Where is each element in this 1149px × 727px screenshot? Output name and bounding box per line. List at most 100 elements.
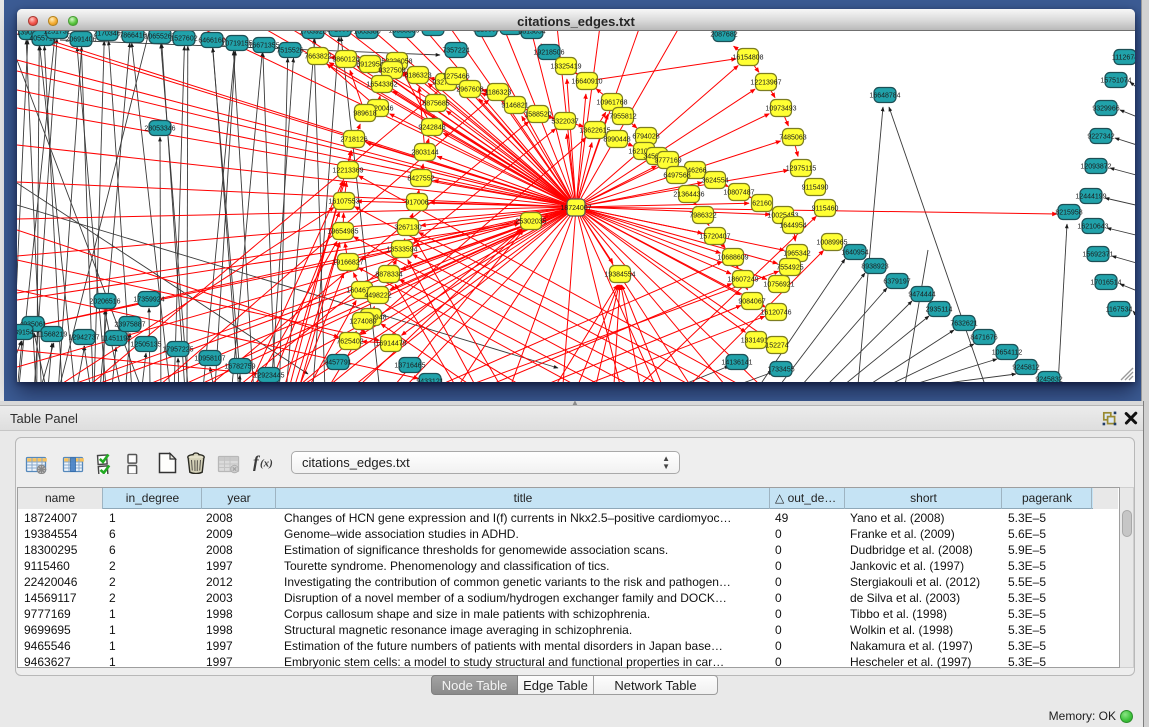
svg-text:19166827: 19166827 [332, 260, 363, 267]
svg-text:15751074: 15751074 [1100, 78, 1131, 85]
svg-text:12505135: 12505135 [130, 342, 161, 349]
svg-text:16033809: 16033809 [388, 31, 419, 35]
svg-text:9245832: 9245832 [1035, 377, 1062, 383]
svg-text:7515526: 7515526 [276, 48, 303, 55]
svg-text:20206516: 20206516 [89, 299, 120, 306]
svg-text:11451194: 11451194 [101, 336, 131, 343]
svg-text:1703928: 1703928 [299, 31, 326, 36]
svg-text:10756921: 10756921 [763, 282, 794, 289]
svg-text:13325419: 13325419 [550, 64, 581, 71]
svg-text:25302035: 25302035 [515, 219, 546, 226]
svg-text:14136141: 14136141 [721, 360, 752, 367]
svg-text:6497568: 6497568 [663, 173, 690, 180]
svg-text:16543362: 16543362 [366, 82, 397, 89]
svg-text:17957225: 17957225 [162, 347, 193, 354]
svg-text:11568219: 11568219 [37, 332, 68, 339]
svg-text:2087682: 2087682 [710, 32, 737, 39]
svg-text:8427552: 8427552 [407, 176, 434, 183]
svg-text:10089965: 10089965 [816, 240, 847, 247]
svg-text:1640954: 1640954 [841, 250, 868, 257]
svg-text:15720407: 15720407 [699, 234, 730, 241]
svg-text:12942737: 12942737 [68, 335, 99, 342]
svg-text:7632621: 7632621 [950, 321, 977, 328]
svg-text:8938923: 8938923 [861, 264, 888, 271]
svg-text:10654112: 10654112 [992, 350, 1023, 357]
svg-text:1965342: 1965342 [783, 251, 810, 258]
svg-text:9327509: 9327509 [378, 68, 405, 75]
svg-text:2718126: 2718126 [340, 137, 367, 144]
svg-text:1112674: 1112674 [1112, 55, 1135, 62]
svg-text:16671355: 16671355 [248, 43, 279, 50]
svg-text:(x): (x) [260, 458, 273, 470]
svg-text:13622615: 13622615 [579, 128, 610, 135]
svg-text:1275466: 1275466 [442, 74, 469, 81]
svg-text:7485063: 7485063 [779, 135, 806, 142]
svg-text:10688609: 10688609 [717, 255, 748, 262]
svg-text:917006: 917006 [405, 200, 428, 207]
svg-text:1733455: 1733455 [767, 367, 794, 374]
svg-text:18724007: 18724007 [560, 205, 591, 212]
svg-text:152274: 152274 [765, 343, 788, 350]
svg-text:9084067: 9084067 [738, 299, 765, 306]
svg-text:8186323: 8186323 [404, 73, 431, 80]
svg-text:5875685: 5875685 [422, 101, 449, 108]
svg-text:6379197: 6379197 [883, 279, 910, 286]
svg-text:6794028: 6794028 [632, 134, 659, 141]
svg-text:16120746: 16120746 [760, 310, 791, 317]
svg-text:7357224: 7357224 [442, 48, 469, 55]
svg-text:7866416: 7866416 [119, 33, 146, 40]
svg-text:8813054: 8813054 [518, 31, 545, 36]
svg-text:3267130: 3267130 [394, 225, 421, 232]
svg-text:19384554: 19384554 [604, 272, 635, 279]
svg-text:19654985: 19654985 [327, 229, 358, 236]
svg-text:1603380: 1603380 [353, 31, 380, 36]
svg-text:12923445: 12923445 [253, 373, 284, 380]
svg-text:1588520: 1588520 [524, 112, 551, 119]
svg-text:17359924: 17359924 [133, 297, 164, 304]
svg-text:9115490: 9115490 [802, 185, 829, 192]
svg-text:12093872: 12093872 [1080, 164, 1111, 171]
svg-text:10973493: 10973493 [765, 106, 796, 113]
svg-text:989618: 989618 [353, 111, 376, 118]
svg-text:9433121: 9433121 [416, 379, 443, 383]
svg-text:9245812: 9245812 [1012, 365, 1039, 372]
svg-text:9329966: 9329966 [1092, 106, 1119, 113]
svg-text:4498222: 4498222 [364, 293, 391, 300]
svg-text:16648784: 16648784 [869, 93, 900, 100]
svg-text:16640910: 16640910 [571, 79, 602, 86]
svg-text:9115460: 9115460 [812, 206, 839, 213]
svg-text:9227342: 9227342 [1087, 134, 1114, 141]
svg-text:9457791: 9457791 [324, 360, 351, 367]
svg-text:10961768: 10961768 [596, 100, 627, 107]
svg-text:3624554: 3624554 [701, 178, 728, 185]
svg-text:2170346: 2170346 [93, 31, 120, 38]
svg-text:2803144: 2803144 [411, 150, 438, 157]
svg-text:8878334: 8878334 [375, 272, 402, 279]
svg-text:1167534: 1167534 [1106, 307, 1133, 314]
svg-text:7663822: 7663822 [304, 54, 331, 61]
svg-text:5322037: 5322037 [551, 119, 578, 126]
svg-text:8215958: 8215958 [1055, 210, 1082, 217]
svg-text:19218506: 19218506 [533, 50, 564, 57]
svg-text:1527602: 1527602 [170, 36, 197, 43]
svg-text:9777169: 9777169 [654, 158, 681, 165]
svg-text:16154808: 16154808 [732, 55, 763, 62]
svg-text:8990448: 8990448 [603, 137, 630, 144]
svg-text:20691406: 20691406 [65, 37, 96, 44]
svg-text:13716465: 13716465 [394, 363, 425, 370]
svg-text:12213369: 12213369 [332, 168, 363, 175]
svg-text:16107553: 16107553 [328, 199, 359, 206]
svg-text:12975115: 12975115 [786, 166, 817, 173]
svg-text:8313054: 8313054 [419, 31, 446, 33]
svg-text:1186323: 1186323 [485, 90, 512, 97]
svg-text:10807487: 10807487 [723, 190, 754, 197]
svg-text:9146821: 9146821 [501, 103, 528, 110]
svg-text:62160: 62160 [752, 201, 772, 208]
svg-text:21364436: 21364436 [673, 192, 704, 199]
svg-text:939154: 939154 [17, 330, 34, 337]
svg-text:1274089: 1274089 [349, 319, 376, 326]
svg-text:16210643: 16210643 [1077, 224, 1108, 231]
svg-text:9474444: 9474444 [908, 292, 935, 299]
svg-text:7986322: 7986322 [689, 213, 716, 220]
svg-text:9242848: 9242848 [418, 125, 445, 132]
